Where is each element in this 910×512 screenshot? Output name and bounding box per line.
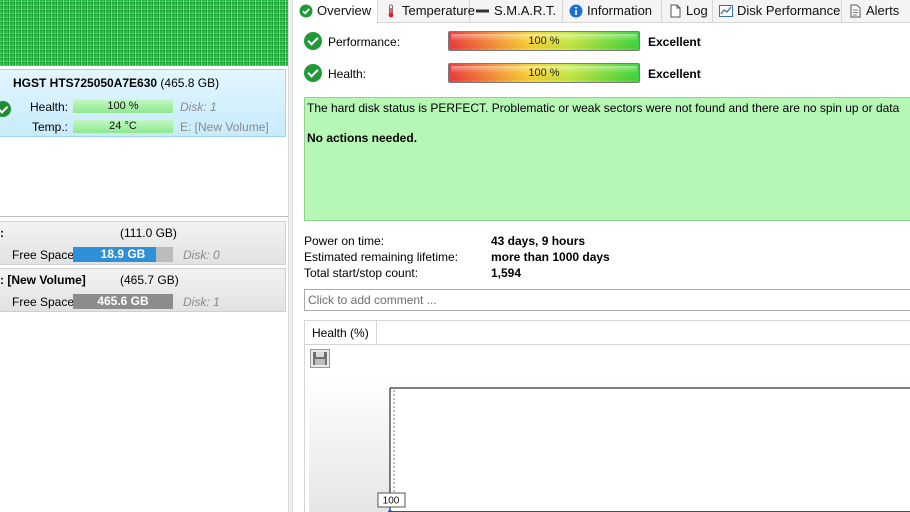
status-banner-image (0, 0, 288, 66)
tab-label: Alerts (866, 3, 900, 18)
health-ok-icon (304, 64, 322, 82)
volume-free-label: Free Space (12, 248, 75, 262)
tab-information[interactable]: Information (563, 0, 662, 23)
info-icon (569, 4, 583, 18)
disk-temp-value: 24 °C (109, 120, 137, 132)
volume-disk-ref: Disk: 1 (183, 295, 220, 309)
power-on-value: 43 days, 9 hours (491, 234, 586, 248)
health-rating: Excellent (648, 67, 701, 81)
status-action: No actions needed. (307, 131, 418, 145)
left-panel: HGST HTS725050A7E630 (465.8 GB) Health: … (0, 0, 288, 512)
volume-card-0[interactable]: : (111.0 GB) Free Space 18.9 GB Disk: 0 (0, 221, 286, 265)
disk-health-bar: 100 % (73, 100, 173, 113)
disk-temp-label: Temp.: (32, 120, 69, 134)
volume-free-value: 18.9 GB (100, 247, 146, 261)
chart-plot-background (390, 388, 910, 512)
health-chart-panel: Health (%) 100 (304, 320, 910, 512)
disk-temp-bar: 24 °C (73, 120, 173, 133)
chart-tab-divider (305, 344, 910, 345)
disk-health-value: 100 % (107, 100, 139, 112)
alerts-document-icon (850, 4, 861, 18)
status-message: The hard disk status is PERFECT. Problem… (307, 101, 900, 115)
floppy-save-icon (313, 352, 327, 365)
health-value: 100 % (528, 67, 560, 79)
volume-free-bar: 18.9 GB (73, 247, 173, 262)
startstop-label: Total start/stop count: (304, 266, 419, 280)
thermometer-icon (388, 4, 394, 18)
smart-bar-icon (476, 9, 489, 13)
log-document-icon (670, 4, 681, 18)
lifetime-label: Estimated remaining lifetime: (304, 250, 459, 264)
check-circle-icon (299, 4, 313, 18)
volume-disk-ref: Disk: 0 (183, 248, 220, 262)
panel-divider (0, 216, 288, 217)
volume-size: (111.0 GB) (120, 226, 177, 240)
tab-temperature[interactable]: Temperature (378, 0, 475, 23)
performance-chart-icon (719, 5, 733, 17)
health-chart-plot: 100 (309, 373, 910, 512)
performance-label: Performance: (328, 35, 401, 49)
disk-model: HGST HTS725050A7E630 (13, 76, 158, 90)
tab-label: Temperature (402, 3, 475, 18)
tab-label: Information (587, 3, 653, 18)
tab-label: Log (686, 3, 708, 18)
tab-label: S.M.A.R.T. (494, 3, 557, 18)
performance-rating: Excellent (648, 35, 701, 49)
disk-size: (465.8 GB) (160, 76, 220, 90)
health-bar: 100 % (448, 63, 640, 83)
tab-log[interactable]: Log (662, 0, 713, 23)
save-chart-button[interactable] (310, 349, 330, 368)
tab-label: Disk Performance (737, 3, 841, 18)
tab-health-percent[interactable]: Health (%) (305, 321, 377, 345)
performance-bar: 100 % (448, 31, 640, 51)
volume-size: (465.7 GB) (120, 273, 179, 287)
tab-overview[interactable]: Overview (293, 0, 378, 24)
hard-disk-sentinel-window: HGST HTS725050A7E630 (465.8 GB) Health: … (0, 0, 910, 512)
health-chart-svg: 100 (377, 387, 910, 512)
disk-temp-volume: E: [New Volume] (180, 120, 269, 134)
disk-health-label: Health: (30, 100, 69, 114)
tab-bar: Overview Temperature S.M.A.R.T. Informat… (293, 0, 910, 24)
performance-value: 100 % (528, 35, 560, 47)
volume-free-label: Free Space (12, 295, 75, 309)
comment-input[interactable] (304, 289, 910, 311)
right-panel: Overview Temperature S.M.A.R.T. Informat… (293, 0, 910, 512)
lifetime-value: more than 1000 days (491, 250, 610, 264)
tab-label: Overview (317, 3, 372, 18)
volume-card-1[interactable]: : [New Volume] (465.7 GB) Free Space 465… (0, 268, 286, 312)
chart-data-label: 100 (383, 496, 400, 507)
volume-name: : (0, 226, 4, 240)
startstop-value: 1,594 (491, 266, 522, 280)
status-message-box: The hard disk status is PERFECT. Problem… (304, 97, 910, 221)
disk-card-hgst[interactable]: HGST HTS725050A7E630 (465.8 GB) Health: … (0, 69, 286, 137)
tab-smart[interactable]: S.M.A.R.T. (470, 0, 563, 23)
disk-ok-check-icon (0, 101, 11, 117)
volume-name: : [New Volume] (0, 273, 86, 287)
health-label: Health: (328, 67, 367, 81)
tab-disk-performance[interactable]: Disk Performance (713, 0, 842, 23)
performance-ok-icon (304, 32, 322, 50)
volume-free-value: 465.6 GB (97, 294, 149, 308)
disk-title: HGST HTS725050A7E630 (465.8 GB) (13, 76, 219, 90)
disk-health-disk-ref: Disk: 1 (180, 100, 217, 114)
power-on-label: Power on time: (304, 234, 385, 248)
volume-free-bar: 465.6 GB (73, 294, 173, 309)
tab-alerts[interactable]: Alerts (842, 0, 910, 23)
chart-tab-label: Health (%) (312, 326, 369, 340)
